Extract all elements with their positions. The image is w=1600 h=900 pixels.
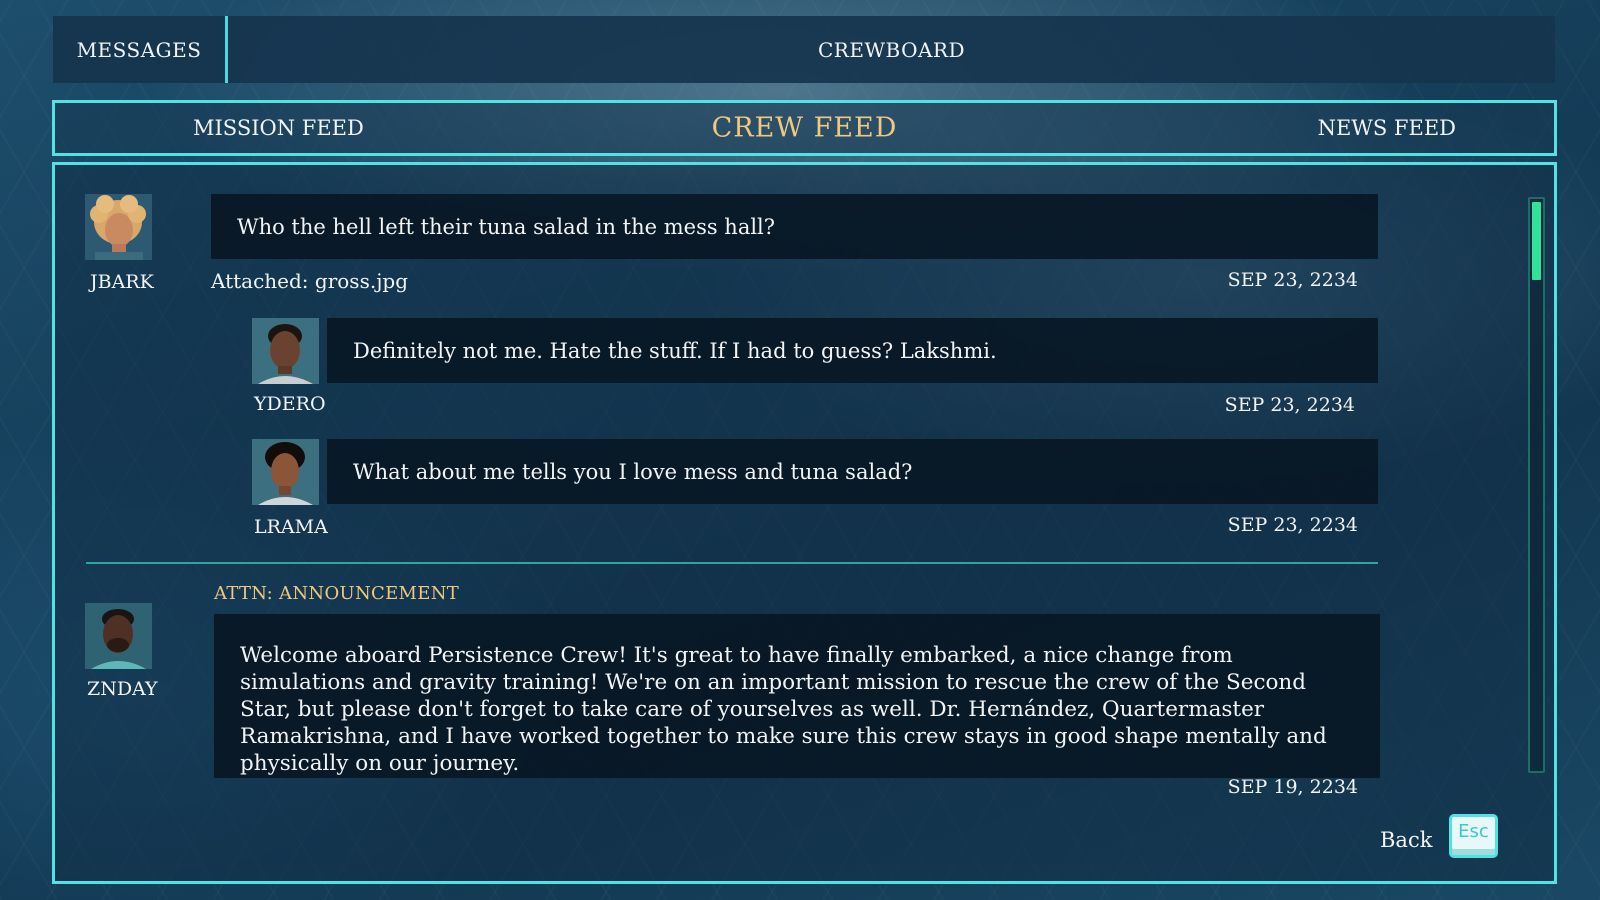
feed-tab-bar: MISSION FEED CREW FEED NEWS FEED	[52, 100, 1557, 156]
reply-text: Definitely not me. Hate the stuff. If I …	[353, 338, 997, 363]
reply-message: Definitely not me. Hate the stuff. If I …	[327, 318, 1378, 383]
back-button[interactable]: Back	[1380, 828, 1432, 852]
post-message: Who the hell left their tuna salad in th…	[211, 194, 1378, 259]
reply-date: SEP 23, 2234	[1227, 514, 1358, 536]
tab-crew-feed[interactable]: CREW FEED	[712, 113, 898, 144]
scrollbar-thumb[interactable]	[1532, 202, 1541, 280]
tab-mission-feed[interactable]: MISSION FEED	[193, 116, 364, 140]
reply-text: What about me tells you I love mess and …	[353, 459, 913, 484]
feed-scrollbar[interactable]	[1528, 197, 1545, 773]
avatar-znday[interactable]	[85, 603, 152, 669]
announcement-label: ATTN: ANNOUNCEMENT	[214, 583, 460, 604]
esc-key-icon[interactable]: Esc	[1449, 814, 1498, 858]
username-lrama: LRAMA	[254, 516, 328, 538]
tab-crewboard[interactable]: CREWBOARD	[228, 16, 1555, 83]
announcement-text: Welcome aboard Persistence Crew! It's gr…	[240, 643, 1327, 776]
announcement-message: Welcome aboard Persistence Crew! It's gr…	[214, 614, 1380, 778]
username-ydero: YDERO	[254, 393, 326, 415]
username-jbark: JBARK	[90, 271, 154, 293]
crew-feed-panel: JBARK Who the hell left their tuna salad…	[52, 162, 1557, 884]
attachment-link[interactable]: Attached: gross.jpg	[211, 269, 408, 293]
post-date: SEP 23, 2234	[1227, 269, 1358, 291]
avatar-ydero[interactable]	[252, 318, 319, 384]
esc-key-label: Esc	[1458, 821, 1489, 842]
post-text: Who the hell left their tuna salad in th…	[237, 214, 776, 239]
username-znday: ZNDAY	[87, 678, 158, 700]
reply-message: What about me tells you I love mess and …	[327, 439, 1378, 504]
avatar-lrama[interactable]	[252, 439, 319, 505]
announcement-date: SEP 19, 2234	[1227, 776, 1358, 798]
top-tab-bar: MESSAGES CREWBOARD	[53, 16, 1555, 83]
thread-divider	[86, 562, 1378, 564]
tab-messages[interactable]: MESSAGES	[53, 16, 228, 83]
reply-date: SEP 23, 2234	[1224, 394, 1355, 416]
avatar-jbark[interactable]	[85, 194, 152, 260]
tab-news-feed[interactable]: NEWS FEED	[1318, 116, 1456, 140]
